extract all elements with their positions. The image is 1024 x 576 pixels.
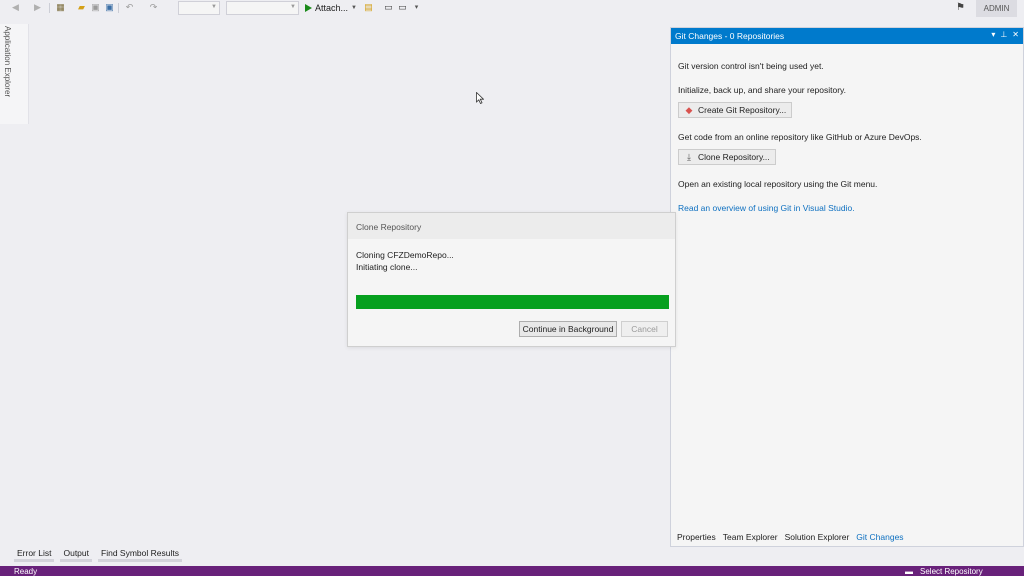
git-existing-text: Open an existing local repository using …	[678, 179, 878, 189]
initiating-status-text: Initiating clone...	[356, 262, 418, 272]
git-overview-link[interactable]: Read an overview of using Git in Visual …	[678, 203, 855, 213]
status-text: Ready	[14, 567, 38, 576]
continue-in-background-button[interactable]: Continue in Background	[519, 321, 617, 337]
save-all-icon[interactable]: ▣	[104, 2, 115, 13]
clone-repository-label: Clone Repository...	[698, 152, 770, 162]
chevron-down-icon: ▼	[290, 4, 296, 10]
new-project-icon[interactable]: ▦	[55, 2, 66, 13]
tab-team-explorer[interactable]: Team Explorer	[720, 530, 781, 544]
chevron-down-icon: ▼	[211, 4, 217, 10]
status-bar: Ready ▬ Select Repository	[0, 566, 1024, 576]
git-intro-text: Git version control isn't being used yet…	[678, 61, 824, 71]
git-panel-header: Git Changes - 0 Repositories ▾ ⊥ ✕	[671, 28, 1023, 44]
back-icon[interactable]: ◀	[10, 2, 21, 13]
toolbar-separator	[118, 3, 119, 13]
admin-button[interactable]: ADMIN	[976, 0, 1017, 17]
tab-properties[interactable]: Properties	[674, 530, 719, 544]
create-git-repository-label: Create Git Repository...	[698, 105, 787, 115]
progress-bar-fill	[356, 295, 669, 309]
toolbar-separator	[49, 3, 50, 13]
tab-error-list[interactable]: Error List	[14, 548, 55, 562]
git-panel-title: Git Changes - 0 Repositories	[675, 31, 785, 41]
create-git-repository-button[interactable]: ◆ Create Git Repository...	[678, 102, 793, 118]
git-init-text: Initialize, back up, and share your repo…	[678, 85, 847, 95]
tab-solution-explorer[interactable]: Solution Explorer	[782, 530, 853, 544]
pin-icon[interactable]: ⊥	[1000, 30, 1007, 39]
clone-repository-dialog: Clone Repository Cloning CFZDemoRepo... …	[347, 212, 676, 347]
mouse-cursor-icon	[476, 92, 484, 104]
panel-tabs: Properties Team Explorer Solution Explor…	[674, 530, 1024, 544]
attach-label: Attach...	[315, 3, 349, 13]
split-window-icon[interactable]: ▭	[397, 2, 408, 13]
undo-icon[interactable]: ↶	[124, 2, 135, 13]
play-icon	[305, 4, 312, 12]
cancel-button[interactable]: Cancel	[621, 321, 668, 337]
git-tag-icon: ◆	[685, 105, 693, 115]
tab-output[interactable]: Output	[60, 548, 93, 562]
toolbar: ◀ ▶ ▦ ▰ ▣ ▣ ↶ ↷ ▼ ▼ Attach... ▼ ▤ ▭ ▭ ▾ …	[0, 0, 1024, 17]
window-position-icon[interactable]: ▾	[991, 30, 995, 39]
download-icon: ⤓	[687, 152, 691, 162]
attach-button[interactable]: Attach... ▼	[305, 1, 357, 15]
platform-combo[interactable]: ▼	[226, 1, 299, 15]
save-icon[interactable]: ▣	[90, 2, 101, 13]
configuration-combo[interactable]: ▼	[178, 1, 220, 15]
tab-find-symbol-results[interactable]: Find Symbol Results	[98, 548, 182, 562]
repository-icon: ▬	[905, 567, 913, 576]
bottom-tool-tabs: Error List Output Find Symbol Results	[14, 548, 182, 562]
chevron-down-icon: ▼	[351, 5, 357, 11]
application-explorer-tab[interactable]: Application Explorer	[0, 24, 29, 124]
tab-git-changes[interactable]: Git Changes	[853, 530, 907, 544]
application-explorer-label: Application Explorer	[3, 26, 12, 98]
progress-bar	[356, 295, 669, 309]
close-icon[interactable]: ✕	[1012, 30, 1019, 39]
redo-icon[interactable]: ↷	[148, 2, 159, 13]
customize-toolbar-icon[interactable]: ▾	[411, 2, 422, 13]
window-layout-icon[interactable]: ▭	[383, 2, 394, 13]
open-folder-icon[interactable]: ▰	[76, 2, 87, 13]
find-files-icon[interactable]: ▤	[363, 2, 374, 13]
select-repository-button[interactable]: Select Repository	[920, 567, 983, 576]
cloning-status-text: Cloning CFZDemoRepo...	[356, 250, 454, 260]
git-online-text: Get code from an online repository like …	[678, 132, 922, 142]
clone-repository-button[interactable]: ⤓ Clone Repository...	[678, 149, 776, 165]
feedback-icon[interactable]: ⚑	[956, 2, 968, 14]
git-changes-panel: Git Changes - 0 Repositories ▾ ⊥ ✕ Git v…	[670, 27, 1024, 547]
dialog-title: Clone Repository	[348, 213, 675, 239]
forward-icon[interactable]: ▶	[32, 2, 43, 13]
